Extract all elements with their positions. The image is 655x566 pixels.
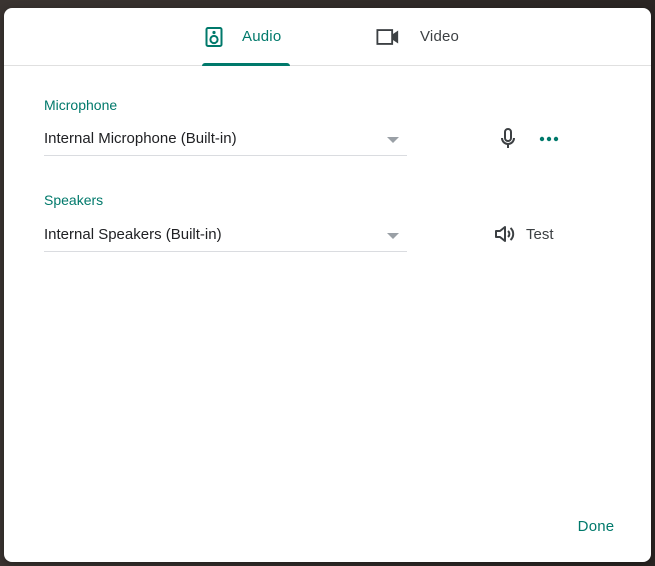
dropdown-arrow-icon — [387, 233, 399, 239]
videocam-icon — [376, 25, 400, 49]
volume-icon — [494, 224, 516, 244]
settings-dialog: Audio Video Microphone Internal Micropho… — [4, 8, 651, 562]
done-button[interactable]: Done — [564, 512, 628, 540]
tab-video[interactable]: Video — [376, 8, 476, 65]
speakers-select[interactable]: Internal Speakers (Built-in) — [44, 221, 407, 252]
microphone-selected-value: Internal Microphone (Built-in) — [44, 130, 237, 147]
dropdown-arrow-icon — [387, 137, 399, 143]
active-tab-indicator — [202, 63, 290, 66]
tab-audio-label: Audio — [242, 28, 282, 45]
more-options-icon[interactable] — [537, 127, 561, 151]
speakers-selected-value: Internal Speakers (Built-in) — [44, 226, 222, 243]
test-speakers-button[interactable]: Test — [494, 221, 554, 247]
tab-bar: Audio Video — [4, 8, 651, 66]
speakers-heading: Speakers — [44, 192, 104, 208]
microphone-heading: Microphone — [44, 97, 118, 113]
microphone-select[interactable]: Internal Microphone (Built-in) — [44, 125, 407, 156]
speaker-icon — [202, 25, 226, 49]
test-label: Test — [526, 225, 554, 243]
tab-audio[interactable]: Audio — [202, 8, 292, 65]
microphone-level-icon — [496, 127, 520, 151]
tab-video-label: Video — [420, 28, 460, 45]
